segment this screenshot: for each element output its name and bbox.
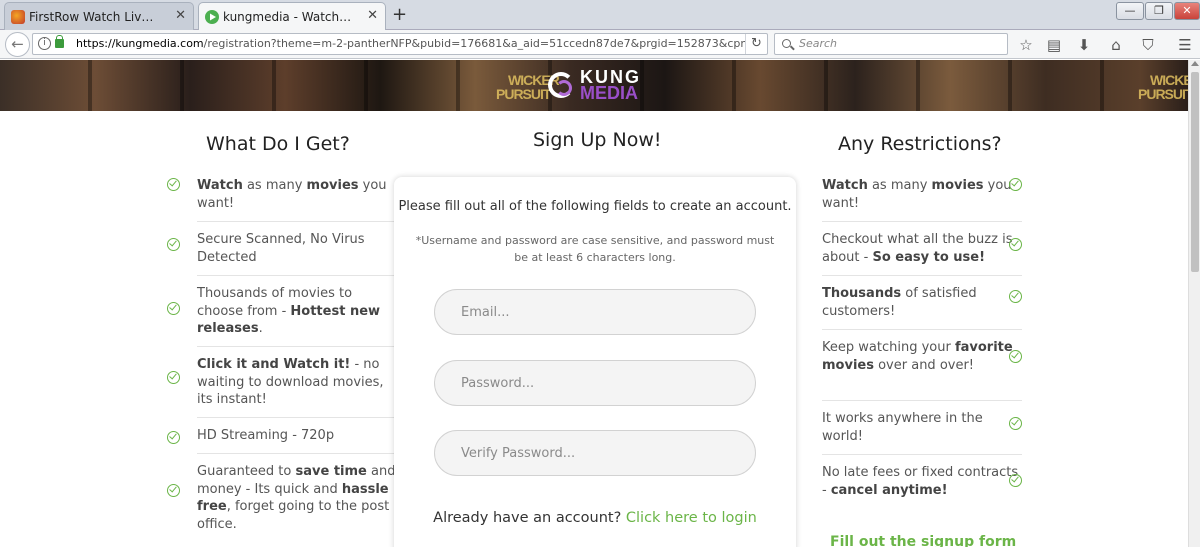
header-banner: WICKER PURSUIT WICKER PURSUIT KUNG MEDIA	[0, 60, 1188, 111]
new-tab-button[interactable]: +	[392, 4, 407, 25]
kungmedia-logo[interactable]: KUNG MEDIA	[546, 67, 646, 103]
search-input[interactable]: Search	[774, 33, 1008, 55]
check-icon	[1009, 350, 1022, 363]
list-item: No late fees or fixed contracts - cancel…	[822, 456, 1022, 529]
item-text: over and over!	[873, 357, 975, 373]
verify-password-field[interactable]	[434, 430, 756, 476]
emphasis-text: Thousands	[822, 286, 902, 301]
reading-list-icon[interactable]: ▤	[1045, 36, 1063, 54]
signup-cta-text: Fill out the signup form	[830, 534, 1017, 547]
scrollbar[interactable]	[1188, 60, 1200, 547]
emphasis-text: movies	[306, 178, 359, 193]
emphasis-text: Watch	[197, 178, 243, 193]
url-bar[interactable]: i https://kungmedia.com/registration?the…	[32, 33, 768, 55]
close-icon[interactable]: ✕	[175, 8, 186, 23]
url-text: https://kungmedia.com/registration?theme…	[76, 34, 746, 54]
emphasis-text: cancel anytime!	[830, 482, 948, 498]
list-item: Secure Scanned, No Virus Detected	[197, 223, 397, 276]
tab-bar: FirstRow Watch Live NBA a... ✕ kungmedia…	[0, 0, 1200, 30]
home-icon[interactable]: ⌂	[1107, 36, 1125, 54]
play-icon	[205, 10, 219, 24]
emphasis-text: Click it and Watch it!	[197, 357, 351, 372]
reload-icon[interactable]: ↻	[745, 34, 767, 54]
tab-firstrow[interactable]: FirstRow Watch Live NBA a... ✕	[4, 2, 194, 30]
emphasis-text: So easy to use!	[872, 249, 986, 265]
close-icon[interactable]: ✕	[367, 8, 378, 23]
nav-bar: ← i https://kungmedia.com/registration?t…	[0, 30, 1200, 59]
check-icon	[167, 238, 180, 251]
banner-poster-text: PURSUIT	[1138, 86, 1188, 102]
item-text: Keep watching your	[822, 340, 955, 355]
page-content: WICKER PURSUIT WICKER PURSUIT KUNG MEDIA…	[0, 60, 1188, 547]
check-icon	[167, 178, 180, 191]
close-window-button[interactable]: ✕	[1174, 2, 1200, 20]
tab-label: FirstRow Watch Live NBA a...	[29, 9, 159, 24]
scrollbar-thumb[interactable]	[1191, 72, 1199, 272]
check-icon	[167, 431, 180, 444]
check-icon	[167, 371, 180, 384]
banner-poster-text: PURSUIT	[496, 86, 551, 102]
list-item: Thousands of satisfied customers!	[822, 277, 1022, 330]
list-item: Thousands of movies to choose from - Hot…	[197, 277, 397, 347]
item-text: .	[258, 321, 263, 336]
form-intro-text: Please fill out all of the following fie…	[398, 199, 792, 214]
logo-text-bottom: MEDIA	[580, 83, 638, 103]
list-item: Watch as many movies you want!	[822, 169, 1022, 222]
check-icon	[167, 302, 180, 315]
item-text: Guaranteed to	[197, 464, 296, 479]
back-arrow-icon[interactable]: ←	[5, 32, 30, 57]
item-text: , forget going to the post office.	[197, 499, 390, 532]
list-item: Click it and Watch it! - no waiting to d…	[197, 348, 397, 418]
item-text: as many	[242, 178, 307, 193]
minimize-button[interactable]: —	[1116, 2, 1144, 20]
right-column-title: Any Restrictions?	[838, 133, 1002, 155]
login-prompt: Already have an account? Click here to l…	[394, 510, 796, 526]
firefox-logo-icon	[11, 10, 25, 24]
bookmark-star-icon[interactable]: ☆	[1017, 36, 1035, 54]
check-icon	[1009, 238, 1022, 251]
logo-mark-icon	[548, 72, 574, 98]
item-text: Secure Scanned, No Virus Detected	[197, 232, 365, 265]
check-icon	[167, 484, 180, 497]
tab-label: kungmedia - Watch Movie...	[223, 9, 353, 24]
emphasis-text: Watch	[822, 178, 868, 193]
scroll-up-icon[interactable]	[1191, 61, 1199, 66]
search-icon	[782, 39, 791, 48]
left-column-title: What Do I Get?	[206, 133, 350, 155]
list-item: HD Streaming - 720p	[197, 419, 397, 454]
list-item: Watch as many movies you want!	[197, 169, 397, 222]
check-icon	[1009, 474, 1022, 487]
maximize-button[interactable]: ❐	[1145, 2, 1173, 20]
download-icon[interactable]: ⬇	[1075, 36, 1093, 54]
signup-form-card: Please fill out all of the following fie…	[394, 177, 796, 547]
login-prompt-text: Already have an account?	[433, 510, 622, 526]
item-text: It works anywhere in the world!	[822, 411, 983, 444]
search-placeholder: Search	[799, 37, 838, 50]
pocket-icon[interactable]: ⛉	[1139, 36, 1157, 54]
list-item: It works anywhere in the world!	[822, 402, 1022, 455]
list-item: Guaranteed to save time and money - Its …	[197, 455, 397, 545]
password-field[interactable]	[434, 360, 756, 406]
check-icon	[1009, 290, 1022, 303]
item-text: as many	[867, 178, 932, 193]
url-path: /registration?theme=m-2-pantherNFP&pubid…	[203, 37, 746, 50]
item-text: HD Streaming - 720p	[197, 428, 335, 443]
signup-title: Sign Up Now!	[533, 129, 662, 151]
form-note-text: *Username and password are case sensitiv…	[415, 234, 775, 264]
lock-icon	[55, 35, 64, 48]
emphasis-text: save time	[295, 464, 367, 479]
url-host: https://kungmedia.com	[76, 37, 204, 50]
list-item: Keep watching your favorite movies over …	[822, 331, 1022, 401]
list-item: Checkout what all the buzz is about - So…	[822, 223, 1022, 276]
info-icon[interactable]: i	[38, 37, 51, 50]
login-link[interactable]: Click here to login	[626, 510, 757, 526]
check-icon	[1009, 417, 1022, 430]
emphasis-text: movies	[931, 178, 984, 193]
menu-icon[interactable]: ☰	[1176, 36, 1194, 54]
email-field[interactable]	[434, 289, 756, 335]
tab-kungmedia[interactable]: kungmedia - Watch Movie... ✕	[198, 2, 386, 30]
check-icon	[1009, 178, 1022, 191]
